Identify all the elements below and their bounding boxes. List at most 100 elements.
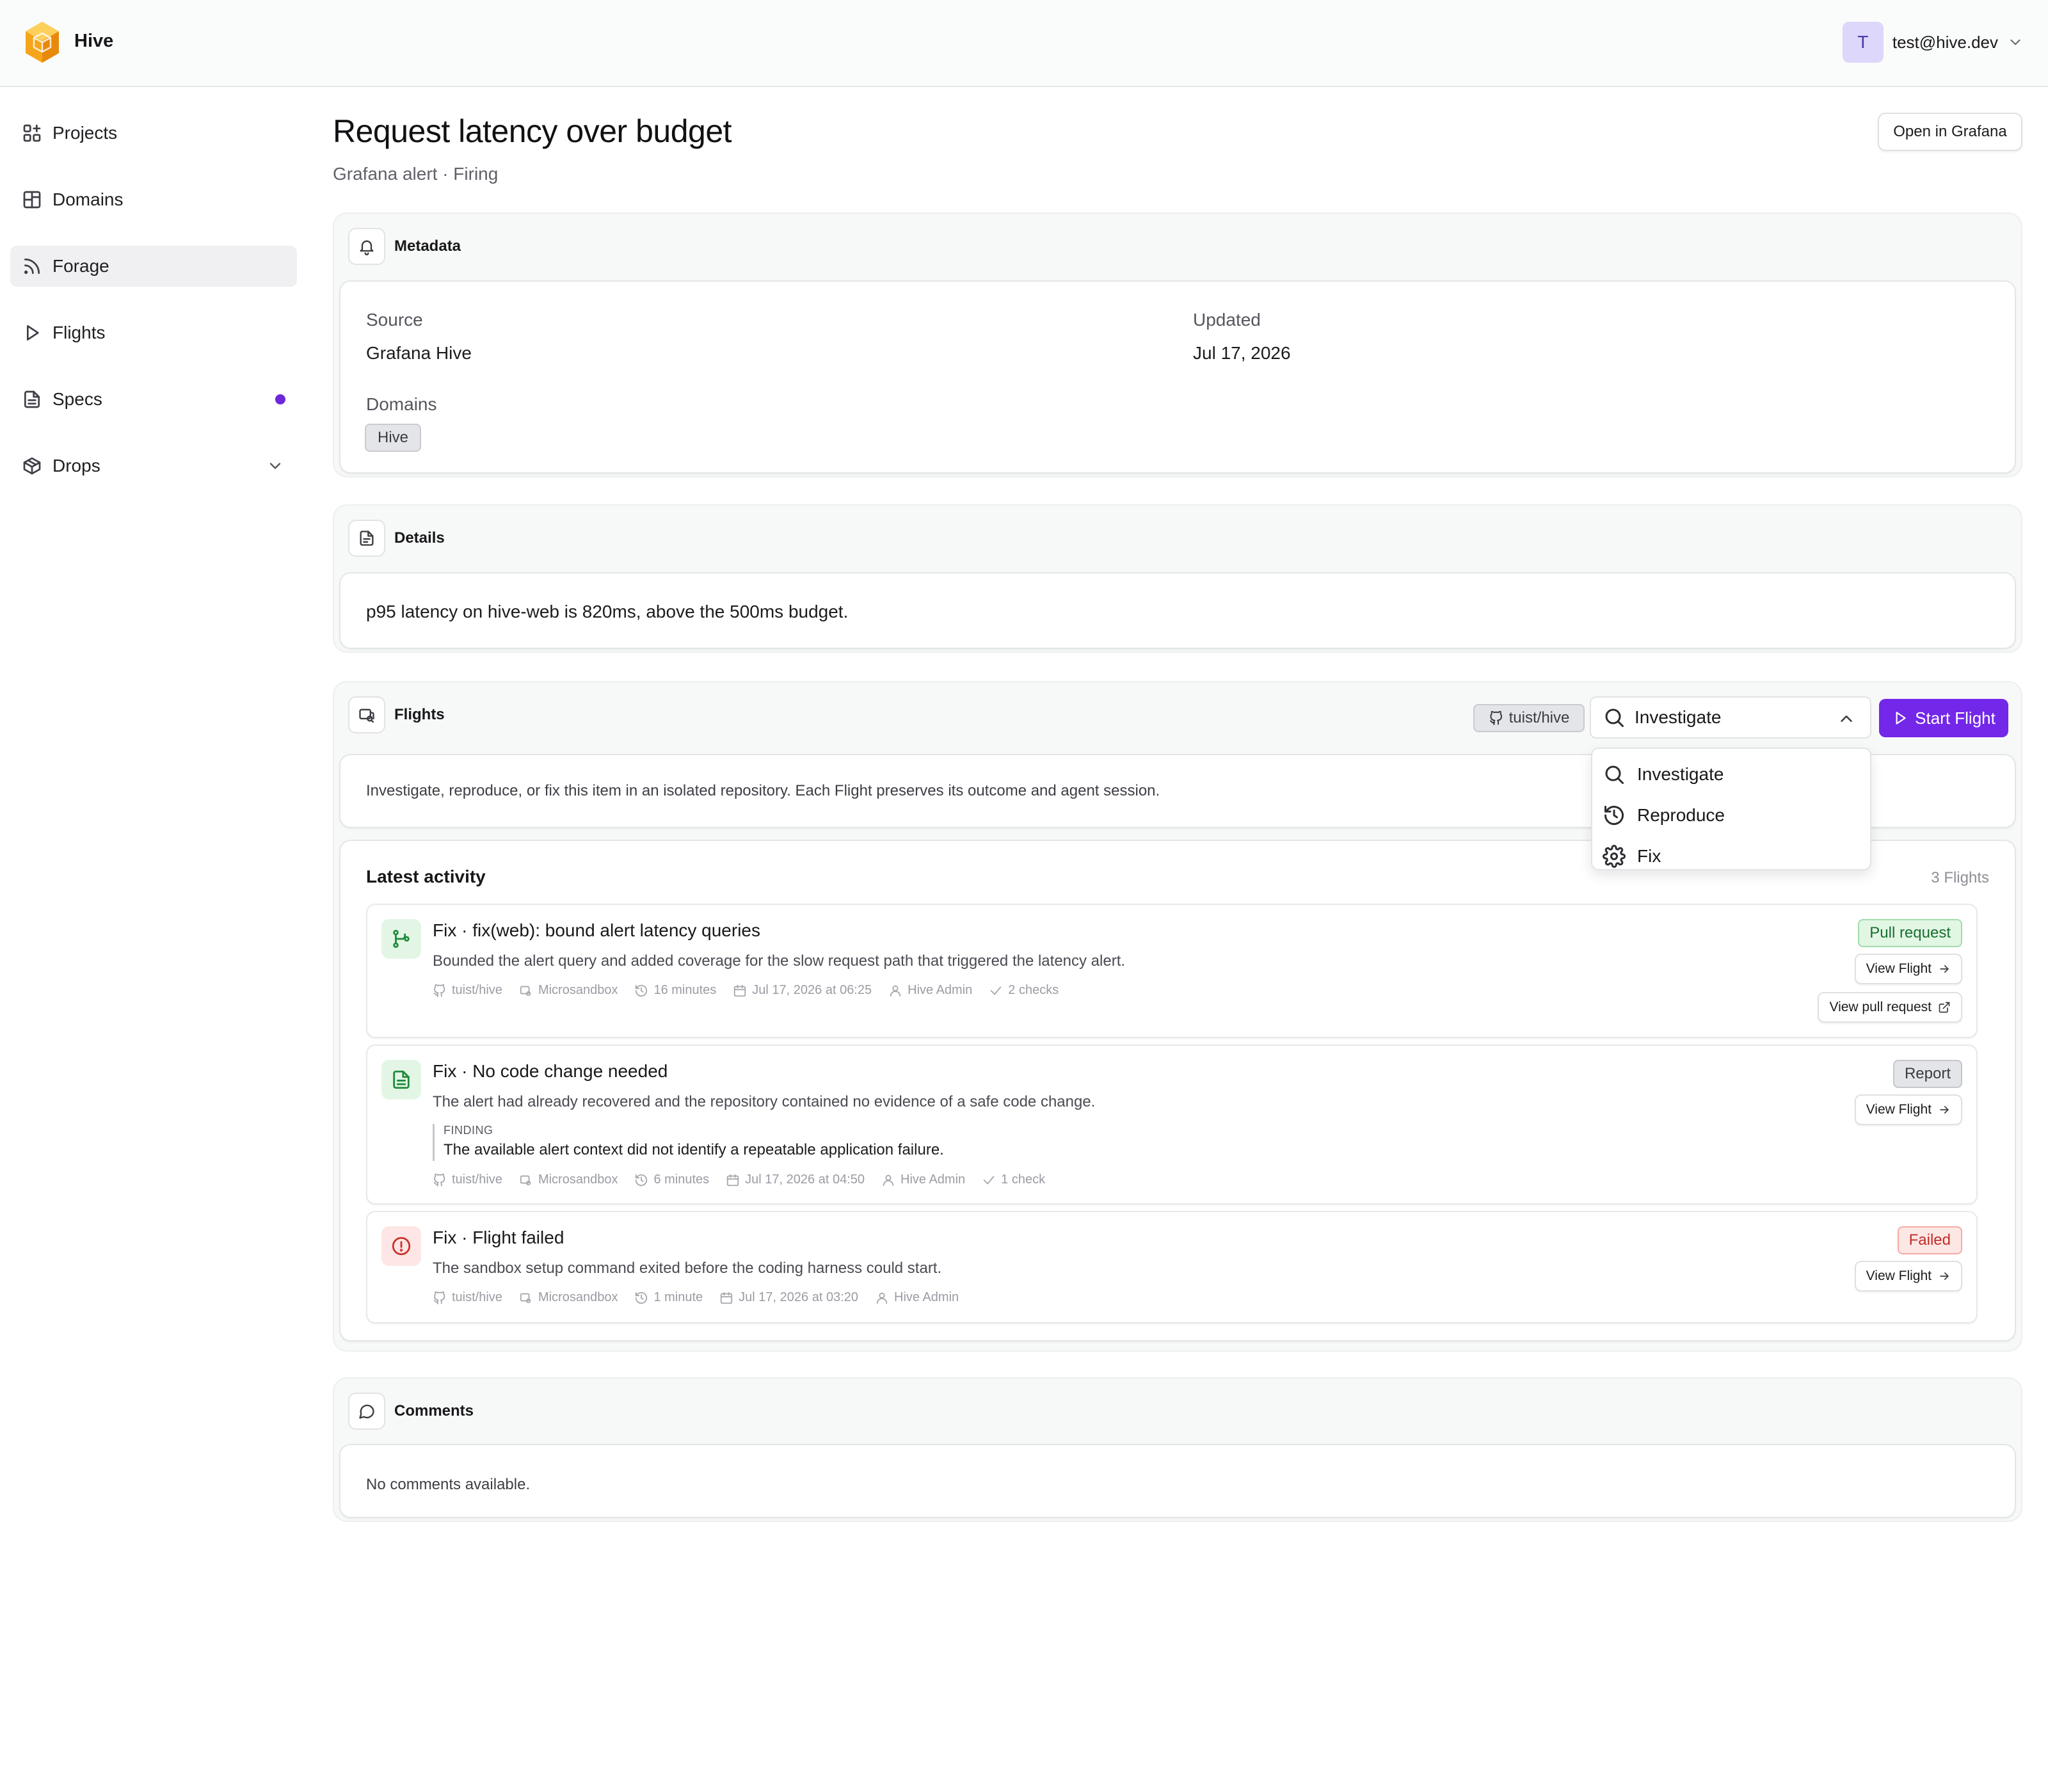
hive-logo-icon[interactable] — [23, 20, 61, 64]
flight-description: The sandbox setup command exited before … — [433, 1260, 942, 1277]
sidebar-item-domains[interactable]: Domains — [10, 179, 297, 220]
metadata-card: Metadata Source Grafana Hive Updated Jul… — [333, 212, 2022, 477]
mode-option-fix[interactable]: Fix — [1592, 836, 1870, 877]
option-label: Fix — [1637, 846, 1661, 866]
view-flight-button[interactable]: View Flight — [1854, 1094, 1962, 1125]
button-label: Start Flight — [1915, 708, 1996, 728]
file-text-icon — [24, 390, 40, 408]
notification-dot — [275, 394, 285, 404]
user-icon — [876, 1292, 888, 1304]
sidebar-item-label: Forage — [52, 256, 109, 276]
check-icon — [991, 986, 1002, 995]
mode-option-reproduce[interactable]: Reproduce — [1592, 795, 1870, 836]
flight-sandbox: Microsandbox — [538, 1172, 618, 1187]
view-pull-request-button[interactable]: View pull request — [1818, 992, 1962, 1023]
user-email: test@hive.dev — [1892, 32, 1998, 52]
card-header: Comments — [348, 1393, 474, 1430]
sidebar-item-label: Drops — [52, 456, 100, 476]
comments-card: Comments No comments available. — [333, 1377, 2022, 1522]
card-title: Details — [394, 529, 445, 547]
flight-author: Hive Admin — [894, 1290, 959, 1304]
button-label: View Flight — [1866, 961, 1932, 976]
sidebar-item-projects[interactable]: Projects — [10, 113, 297, 154]
sidebar-item-label: Projects — [52, 123, 118, 143]
option-label: Investigate — [1637, 764, 1724, 784]
flight-item: Fix · fix(web): bound alert latency quer… — [366, 904, 1978, 1038]
flight-description: The alert had already recovered and the … — [433, 1093, 1096, 1110]
option-label: Reproduce — [1637, 805, 1725, 825]
bell-icon — [348, 228, 385, 265]
view-flight-button[interactable]: View Flight — [1854, 1261, 1962, 1292]
alert-circle-icon — [381, 1226, 421, 1266]
flight-title: Fix · No code change needed — [433, 1061, 668, 1081]
status-badge: Report — [1892, 1060, 1962, 1088]
sidebar-item-label: Flights — [52, 323, 106, 342]
calendar-icon — [734, 984, 746, 996]
sidebar-item-drops[interactable]: Drops — [10, 445, 297, 486]
repo-chip[interactable]: tuist/hive — [1473, 704, 1585, 732]
flights-count: 3 Flights — [1931, 869, 1989, 886]
domain-chip[interactable]: Hive — [365, 424, 421, 452]
rss-icon — [24, 259, 40, 274]
mode-option-investigate[interactable]: Investigate — [1592, 754, 1870, 795]
search-icon — [1605, 708, 1624, 727]
flight-meta: tuist/hive Microsandbox 6 minutes Jul 17… — [433, 1172, 1062, 1187]
view-flight-button[interactable]: View Flight — [1854, 954, 1962, 984]
card-header: Metadata — [348, 228, 461, 265]
app-name: Hive — [74, 31, 114, 51]
flight-date: Jul 17, 2026 at 03:20 — [739, 1290, 858, 1304]
source-label: Source — [366, 310, 423, 330]
sandbox-icon — [348, 696, 385, 733]
chevron-down-icon[interactable] — [266, 457, 284, 475]
details-body: p95 latency on hive-web is 820ms, above … — [339, 572, 2016, 649]
button-label: View pull request — [1829, 1000, 1932, 1014]
flight-title: Fix · fix(web): bound alert latency quer… — [433, 920, 760, 940]
flight-date: Jul 17, 2026 at 06:25 — [752, 983, 872, 997]
flight-item: Fix · No code change needed The alert ha… — [366, 1044, 1978, 1204]
comments-empty-text: No comments available. — [366, 1476, 531, 1493]
flight-mode-dropdown: Investigate Reproduce Fix — [1591, 748, 1871, 870]
sidebar-item-forage[interactable]: Forage — [10, 246, 297, 287]
flight-date: Jul 17, 2026 at 04:50 — [745, 1172, 865, 1187]
sandbox-icon — [520, 1175, 531, 1185]
flight-repo: tuist/hive — [452, 1172, 502, 1187]
details-text: p95 latency on hive-web is 820ms, above … — [366, 602, 849, 621]
flight-item: Fix · Flight failed The sandbox setup co… — [366, 1211, 1978, 1324]
open-in-grafana-button[interactable]: Open in Grafana — [1878, 113, 2022, 151]
flight-duration: 16 minutes — [653, 983, 717, 997]
selected-mode: Investigate — [1635, 707, 1722, 727]
sandbox-icon — [520, 986, 531, 996]
chevron-up-icon — [1841, 716, 1852, 722]
updated-label: Updated — [1193, 310, 1261, 330]
card-title: Metadata — [394, 237, 461, 255]
chevron-down-icon — [2010, 39, 2020, 45]
flight-meta: tuist/hive Microsandbox 16 minutes Jul 1… — [433, 983, 1075, 998]
sidebar-item-specs[interactable]: Specs — [10, 379, 297, 420]
top-bar: Hive T test@hive.dev — [0, 0, 2048, 87]
flight-meta: tuist/hive Microsandbox 1 minute Jul 17,… — [433, 1290, 975, 1305]
flight-mode-select[interactable]: Investigate — [1590, 696, 1871, 739]
status-badge: Failed — [1897, 1226, 1962, 1254]
sidebar-item-flights[interactable]: Flights — [10, 312, 297, 353]
user-icon — [890, 985, 901, 996]
updated-value: Jul 17, 2026 — [1193, 343, 1291, 363]
finding-text: The available alert context did not iden… — [444, 1141, 944, 1158]
package-icon — [23, 457, 41, 475]
arrow-right-icon — [1940, 965, 1949, 973]
gear-icon — [1603, 845, 1626, 868]
avatar: T — [1842, 22, 1884, 63]
latest-activity-panel: Latest activity 3 Flights Fix · fix(web)… — [339, 840, 2016, 1341]
user-menu[interactable]: T test@hive.dev — [1842, 22, 2024, 63]
calendar-icon — [721, 1292, 733, 1304]
play-icon — [26, 325, 39, 340]
arrow-right-icon — [1940, 1272, 1949, 1280]
history-icon — [636, 1174, 648, 1186]
card-title: Comments — [394, 1402, 474, 1420]
start-flight-button[interactable]: Start Flight — [1879, 699, 2008, 737]
search-icon — [1605, 765, 1624, 784]
arrow-right-icon — [1940, 1106, 1949, 1114]
git-branch-icon — [381, 919, 421, 959]
status-badge: Pull request — [1858, 919, 1962, 947]
play-icon — [1896, 712, 1906, 724]
flight-sandbox: Microsandbox — [538, 983, 618, 997]
